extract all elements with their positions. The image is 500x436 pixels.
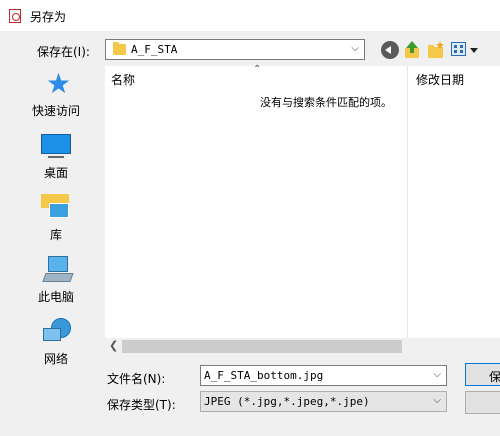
scroll-left-icon[interactable]: ❮ <box>109 339 118 352</box>
computer-icon <box>42 256 74 282</box>
new-folder-icon <box>428 41 444 58</box>
file-list[interactable]: 名称 ⌃ 修改日期 没有与搜索条件匹配的项。 <box>105 64 500 338</box>
title-bar[interactable]: 另存为 <box>0 0 500 31</box>
save-button[interactable]: 保 <box>465 363 500 386</box>
view-menu-button[interactable] <box>451 40 479 60</box>
place-label: 网络 <box>43 352 68 366</box>
sort-ascending-icon: ⌃ <box>253 64 262 75</box>
desktop-icon <box>41 134 71 158</box>
save-in-dropdown[interactable]: A_F_STA ⌵ <box>105 39 365 60</box>
empty-message: 没有与搜索条件匹配的项。 <box>260 96 392 109</box>
place-quick-access[interactable]: ★ 快速访问 <box>8 66 104 122</box>
window-title: 另存为 <box>30 10 67 24</box>
place-this-pc[interactable]: 此电脑 <box>8 252 104 308</box>
chevron-down-icon <box>470 48 478 53</box>
place-desktop[interactable]: 桌面 <box>8 128 104 184</box>
place-label: 桌面 <box>43 166 68 180</box>
chevron-down-icon: ⌵ <box>351 43 359 54</box>
filename-input[interactable]: A_F_STA_bottom.jpg ⌵ <box>200 365 447 386</box>
save-in-value: A_F_STA <box>131 43 178 56</box>
place-label: 快速访问 <box>31 104 80 118</box>
chevron-down-icon[interactable]: ⌵ <box>433 369 441 380</box>
column-header-date[interactable]: 修改日期 <box>416 71 464 88</box>
place-label: 此电脑 <box>37 290 74 304</box>
network-icon <box>43 318 71 344</box>
folder-icon <box>113 42 126 55</box>
places-bar: ★ 快速访问 桌面 库 此电脑 网络 <box>8 66 104 436</box>
new-folder-button[interactable] <box>427 40 445 60</box>
filetype-label: 保存类型(T): <box>107 398 176 412</box>
cancel-button[interactable] <box>465 391 500 414</box>
filetype-select[interactable]: JPEG (*.jpg,*.jpeg,*.jpe) ⌵ <box>200 391 447 412</box>
save-button-label: 保 <box>489 370 500 384</box>
up-folder-icon <box>405 41 419 58</box>
star-icon: ★ <box>46 67 72 100</box>
place-label: 库 <box>49 228 62 242</box>
chevron-down-icon: ⌵ <box>433 395 441 406</box>
filename-value: A_F_STA_bottom.jpg <box>204 369 324 382</box>
pdf-app-icon <box>9 9 21 23</box>
column-divider[interactable] <box>407 66 408 338</box>
place-library[interactable]: 库 <box>8 190 104 246</box>
up-folder-button[interactable] <box>404 40 421 60</box>
scrollbar-thumb[interactable] <box>122 340 402 353</box>
place-network[interactable]: 网络 <box>8 314 104 370</box>
filename-label: 文件名(N): <box>107 372 166 386</box>
back-button[interactable] <box>381 41 399 59</box>
filetype-value: JPEG (*.jpg,*.jpeg,*.jpe) <box>204 395 370 408</box>
view-menu-icon <box>451 42 466 56</box>
column-header-name[interactable]: 名称 <box>111 71 135 88</box>
library-icon <box>41 194 69 218</box>
horizontal-scrollbar[interactable]: ❮ <box>105 338 500 355</box>
save-in-label: 保存在(I): <box>37 45 90 59</box>
